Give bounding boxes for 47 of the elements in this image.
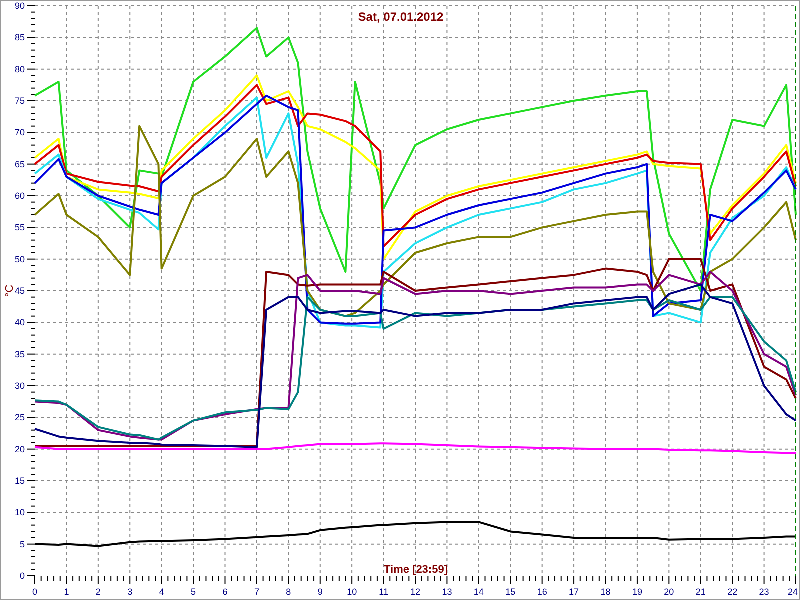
y-tick-label: 35 — [14, 349, 25, 360]
x-tick-label: 17 — [569, 587, 580, 597]
y-tick-label: 85 — [14, 32, 25, 43]
x-tick-label: 5 — [191, 587, 196, 597]
x-tick-label: 16 — [537, 587, 548, 597]
y-tick-label: 50 — [14, 254, 25, 264]
y-tick-label: 60 — [14, 191, 25, 201]
x-tick-label: 9 — [318, 587, 323, 597]
x-tick-label: 24 — [788, 587, 798, 597]
x-tick-label: 3 — [128, 587, 133, 597]
y-tick-label: 0 — [20, 571, 25, 581]
x-tick-label: 21 — [696, 587, 706, 597]
y-tick-label: 25 — [14, 412, 25, 423]
y-tick-label: 30 — [14, 381, 25, 391]
x-tick-label: 14 — [474, 587, 484, 597]
y-tick-label: 75 — [14, 96, 25, 106]
y-axis-label: °C — [4, 284, 16, 298]
x-tick-label: 2 — [96, 587, 101, 597]
x-tick-label: 0 — [32, 587, 38, 597]
x-tick-label: 11 — [379, 587, 388, 597]
y-tick-label: 5 — [20, 539, 25, 550]
x-tick-label: 7 — [254, 587, 260, 597]
x-tick-label: 10 — [347, 587, 358, 597]
x-tick-label: 8 — [286, 587, 292, 597]
y-tick-label: 20 — [14, 444, 25, 454]
y-tick-label: 55 — [14, 222, 25, 233]
x-tick-label: 23 — [759, 587, 770, 597]
y-tick-label: 65 — [14, 159, 25, 170]
y-tick-label: 90 — [14, 1, 25, 11]
x-tick-label: 15 — [506, 587, 516, 597]
x-tick-label: 19 — [632, 587, 642, 597]
y-tick-label: 15 — [14, 476, 25, 486]
x-tick-label: 12 — [410, 587, 420, 597]
x-tick-label: 6 — [222, 587, 228, 597]
x-tick-label: 18 — [600, 587, 611, 597]
x-axis-label: Time [23:59] — [384, 564, 448, 576]
y-tick-label: 45 — [14, 286, 25, 296]
y-tick-label: 70 — [14, 128, 25, 138]
x-tick-label: 20 — [664, 587, 674, 597]
x-tick-label: 1 — [64, 587, 70, 597]
y-tick-label: 40 — [14, 318, 25, 328]
x-tick-label: 22 — [728, 587, 738, 597]
y-tick-label: 80 — [14, 64, 25, 74]
chart-title: Sat, 07.01.2012 — [358, 10, 444, 24]
x-tick-label: 13 — [442, 587, 452, 597]
y-tick-label: 10 — [14, 508, 25, 518]
x-tick-label: 4 — [159, 587, 164, 597]
